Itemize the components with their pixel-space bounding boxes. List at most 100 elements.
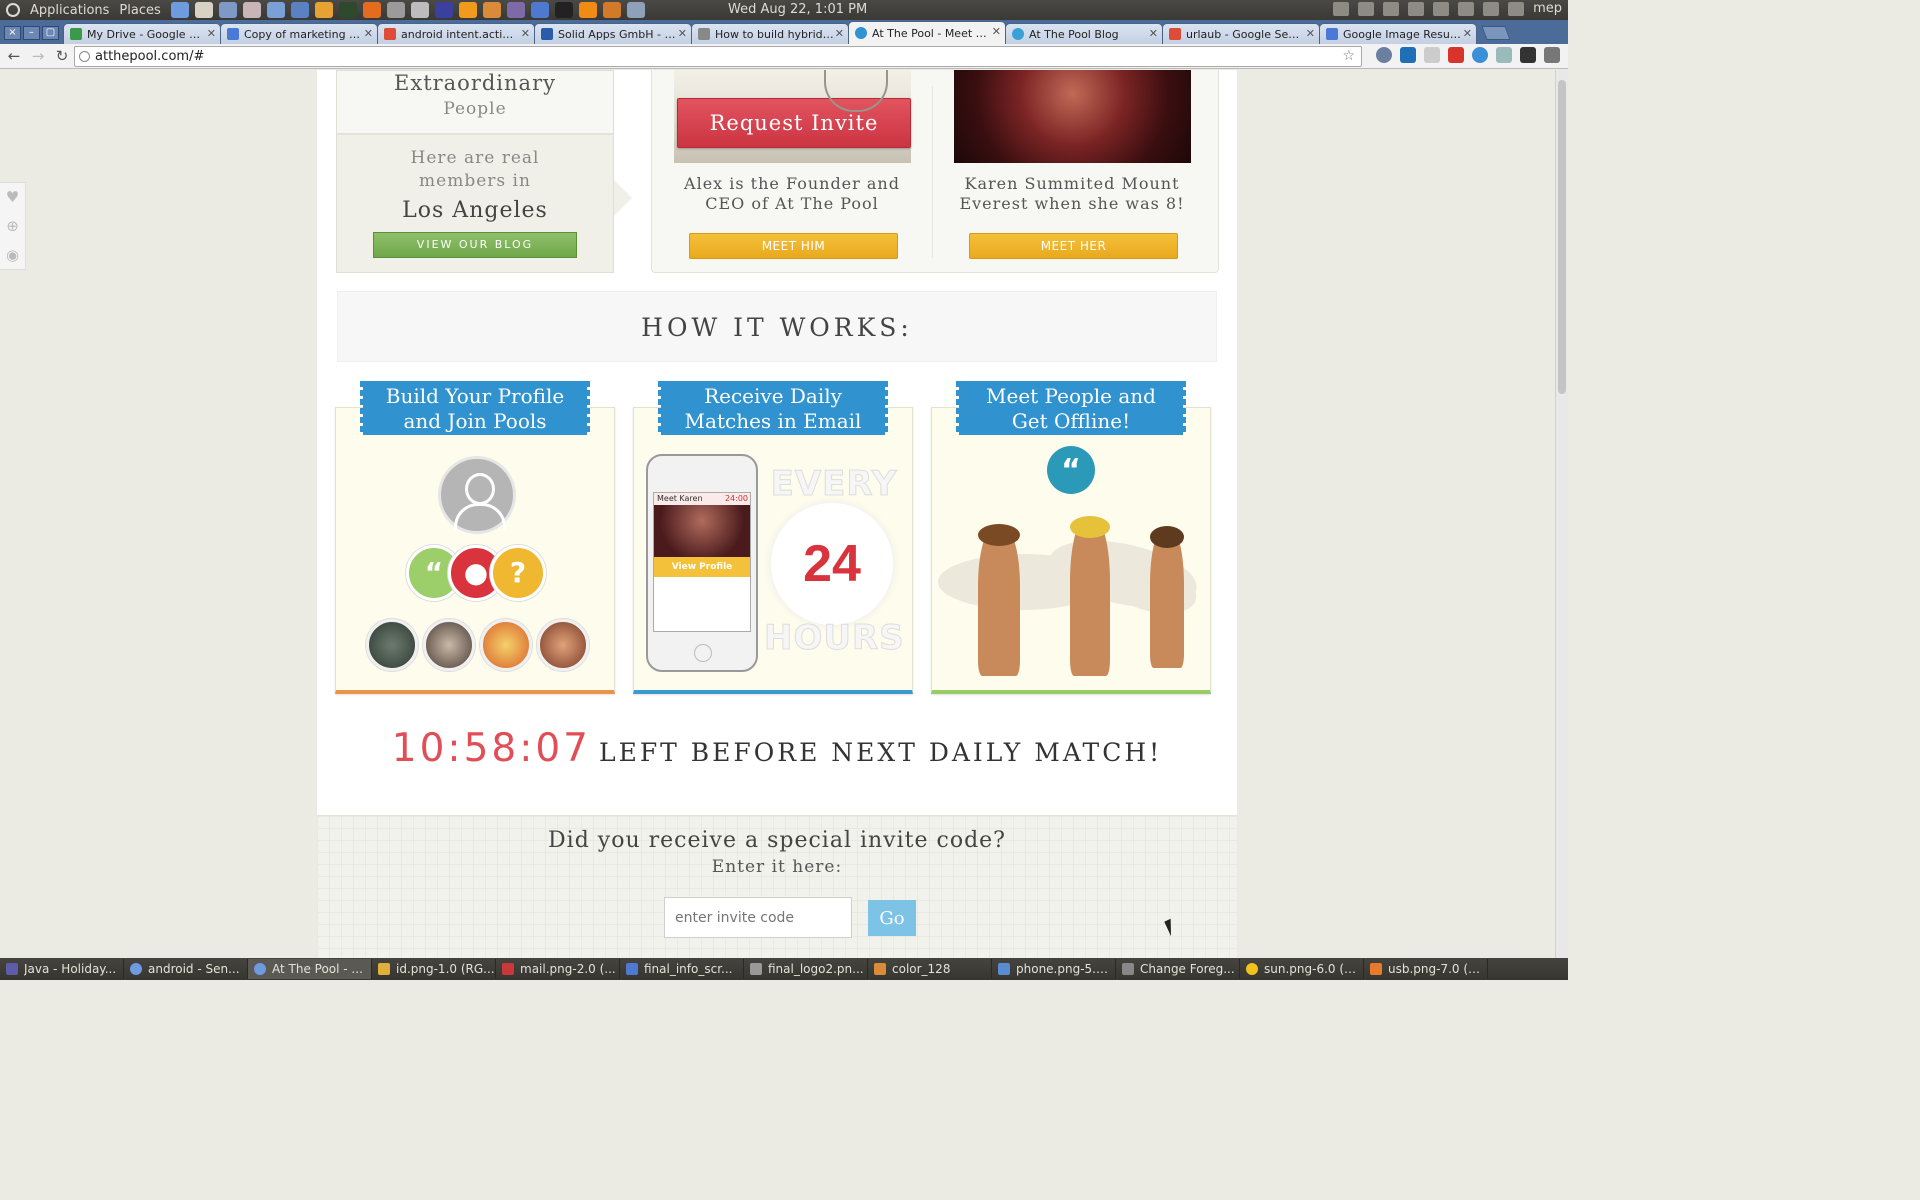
files-launcher-icon[interactable] — [602, 2, 621, 18]
scrollbar-thumb[interactable] — [1558, 80, 1566, 394]
tab-pool-blog[interactable]: At The Pool Blog ✕ — [1005, 23, 1163, 44]
eye-icon[interactable]: ◉ — [6, 246, 19, 264]
close-tab-icon[interactable]: ✕ — [521, 27, 530, 40]
close-tab-icon[interactable]: ✕ — [678, 27, 687, 40]
target-icon[interactable]: ⊕ — [6, 217, 19, 235]
address-bar[interactable]: atthepool.com/# ☆ — [74, 46, 1362, 67]
ubuntu-logo-icon[interactable] — [6, 3, 20, 17]
red-k-extension-icon[interactable] — [1448, 47, 1464, 63]
tab-hybrid-mobile[interactable]: How to build hybrid mobil✕ — [691, 23, 849, 44]
question-icon: ? — [490, 545, 546, 601]
countdown-label: LEFT BEFORE NEXT DAILY MATCH! — [598, 738, 1163, 767]
close-tab-icon[interactable]: ✕ — [835, 27, 844, 40]
task-final-logo[interactable]: final_logo2.pn... — [744, 959, 868, 979]
task-mail-png[interactable]: mail.png-2.0 (... — [496, 959, 620, 979]
heart-icon[interactable]: ♥ — [6, 188, 19, 206]
maximize-window-icon[interactable]: ▢ — [42, 26, 59, 40]
tab-solid-apps[interactable]: Solid Apps GmbH - App En✕ — [534, 23, 692, 44]
forward-arrow-icon[interactable]: → — [28, 46, 48, 66]
cursor-tool-launcher-icon[interactable] — [218, 2, 237, 18]
writer-launcher-icon[interactable] — [530, 2, 549, 18]
vlc-launcher-icon[interactable] — [578, 2, 597, 18]
keyboard-icon[interactable] — [1458, 1, 1475, 16]
tab-google-drive[interactable]: My Drive - Google Drive ✕ — [63, 23, 221, 44]
i-extension-icon[interactable] — [1424, 47, 1440, 63]
close-tab-icon[interactable]: ✕ — [992, 25, 1001, 38]
chromium-icon — [130, 963, 142, 975]
mail-icon[interactable] — [1358, 1, 1375, 16]
task-color-128[interactable]: color_128 — [868, 959, 992, 979]
reload-icon[interactable]: ↻ — [52, 46, 72, 66]
settings-launcher-icon[interactable] — [386, 2, 405, 18]
k-extension-icon[interactable] — [1400, 47, 1416, 63]
go-button[interactable]: Go — [868, 900, 916, 936]
browser-launcher-icon[interactable] — [626, 2, 645, 18]
chat-tray-icon[interactable] — [1383, 1, 1400, 16]
close-tab-icon[interactable]: ✕ — [1463, 27, 1472, 40]
page-info-icon[interactable] — [79, 51, 90, 62]
bookmark-star-icon[interactable]: ☆ — [1342, 47, 1355, 66]
task-android[interactable]: android - Sen... — [124, 959, 248, 979]
task-usb-png[interactable]: usb.png-7.0 (R... — [1364, 959, 1488, 979]
meet-her-button[interactable]: MEET HER — [969, 233, 1178, 259]
page-scrollbar[interactable] — [1555, 70, 1568, 958]
tab-google-docs[interactable]: Copy of marketing - Googl✕ — [220, 23, 378, 44]
globe-extension-icon[interactable] — [1376, 47, 1392, 63]
chromium-launcher-icon[interactable] — [170, 2, 189, 18]
search-launcher-icon[interactable] — [506, 2, 525, 18]
invite-code-input[interactable] — [664, 897, 852, 938]
view-blog-button[interactable]: VIEW OUR BLOG — [373, 232, 577, 258]
clock[interactable]: Wed Aug 22, 1:01 PM — [728, 2, 867, 17]
bluetooth-icon[interactable] — [1408, 1, 1425, 16]
messaging-icon[interactable] — [1508, 1, 1525, 16]
task-java-holiday[interactable]: Java - Holiday... — [0, 959, 124, 979]
close-tab-icon[interactable]: ✕ — [1306, 27, 1315, 40]
cube-launcher-icon[interactable] — [266, 2, 285, 18]
chrome-launcher-icon[interactable] — [314, 2, 333, 18]
back-arrow-icon[interactable]: ← — [4, 46, 24, 66]
gear-extension-icon[interactable] — [1472, 47, 1488, 63]
close-tab-icon[interactable]: ✕ — [364, 27, 373, 40]
wrench-menu-icon[interactable] — [1544, 47, 1560, 63]
task-phone-png[interactable]: phone.png-5.0... — [992, 959, 1116, 979]
user-icon[interactable] — [1333, 1, 1350, 16]
close-window-icon[interactable]: × — [4, 26, 21, 40]
close-tab-icon[interactable]: ✕ — [1149, 27, 1158, 40]
terminal-launcher-icon[interactable] — [554, 2, 573, 18]
gear-launcher-icon[interactable] — [458, 2, 477, 18]
network-launcher-icon[interactable] — [410, 2, 429, 18]
chat-launcher-icon[interactable] — [290, 2, 309, 18]
text-editor-launcher-icon[interactable] — [194, 2, 213, 18]
tab-urlaub-search[interactable]: urlaub - Google Search ✕ — [1162, 23, 1320, 44]
task-id-png[interactable]: id.png-1.0 (RG... — [372, 959, 496, 979]
surfer-figure — [1150, 526, 1184, 668]
battery-icon[interactable] — [1433, 1, 1450, 16]
task-sun-png[interactable]: sun.png-6.0 (R... — [1240, 959, 1364, 979]
menu-places[interactable]: Places — [119, 3, 160, 18]
username[interactable]: mep — [1533, 1, 1562, 16]
twenty-four-seal: 24 — [776, 508, 888, 620]
monitor-launcher-icon[interactable] — [338, 2, 357, 18]
tab-android-intent[interactable]: android intent.action_sen✕ — [377, 23, 535, 44]
every-text: EVERY — [770, 464, 898, 505]
step-daily-matches: Meet Karen 24:00 View Profile EVERY 24 HO… — [633, 407, 913, 694]
request-invite-button[interactable]: Request Invite — [677, 98, 911, 148]
minimize-window-icon[interactable]: – — [23, 26, 40, 40]
eclipse-launcher-icon[interactable] — [434, 2, 453, 18]
task-final-info[interactable]: final_info_scr... — [620, 959, 744, 979]
menu-applications[interactable]: Applications — [30, 3, 109, 18]
chromium-icon — [254, 963, 266, 975]
meet-him-button[interactable]: MEET HIM — [689, 233, 898, 259]
screen-extension-icon[interactable] — [1520, 47, 1536, 63]
new-tab-button[interactable] — [1481, 26, 1511, 40]
tab-at-the-pool[interactable]: At The Pool - Meet Locals✕ — [848, 21, 1006, 44]
window-extension-icon[interactable] — [1496, 47, 1512, 63]
folder-launcher-icon[interactable] — [482, 2, 501, 18]
tab-google-image[interactable]: Google Image Result for h✕ — [1319, 23, 1477, 44]
wifi-icon[interactable] — [1483, 1, 1500, 16]
image-launcher-icon[interactable] — [242, 2, 261, 18]
close-tab-icon[interactable]: ✕ — [207, 27, 216, 40]
task-change-foreground[interactable]: Change Foreg... — [1116, 959, 1240, 979]
task-at-the-pool[interactable]: At The Pool - ... — [248, 959, 372, 979]
firefox-launcher-icon[interactable] — [362, 2, 381, 18]
